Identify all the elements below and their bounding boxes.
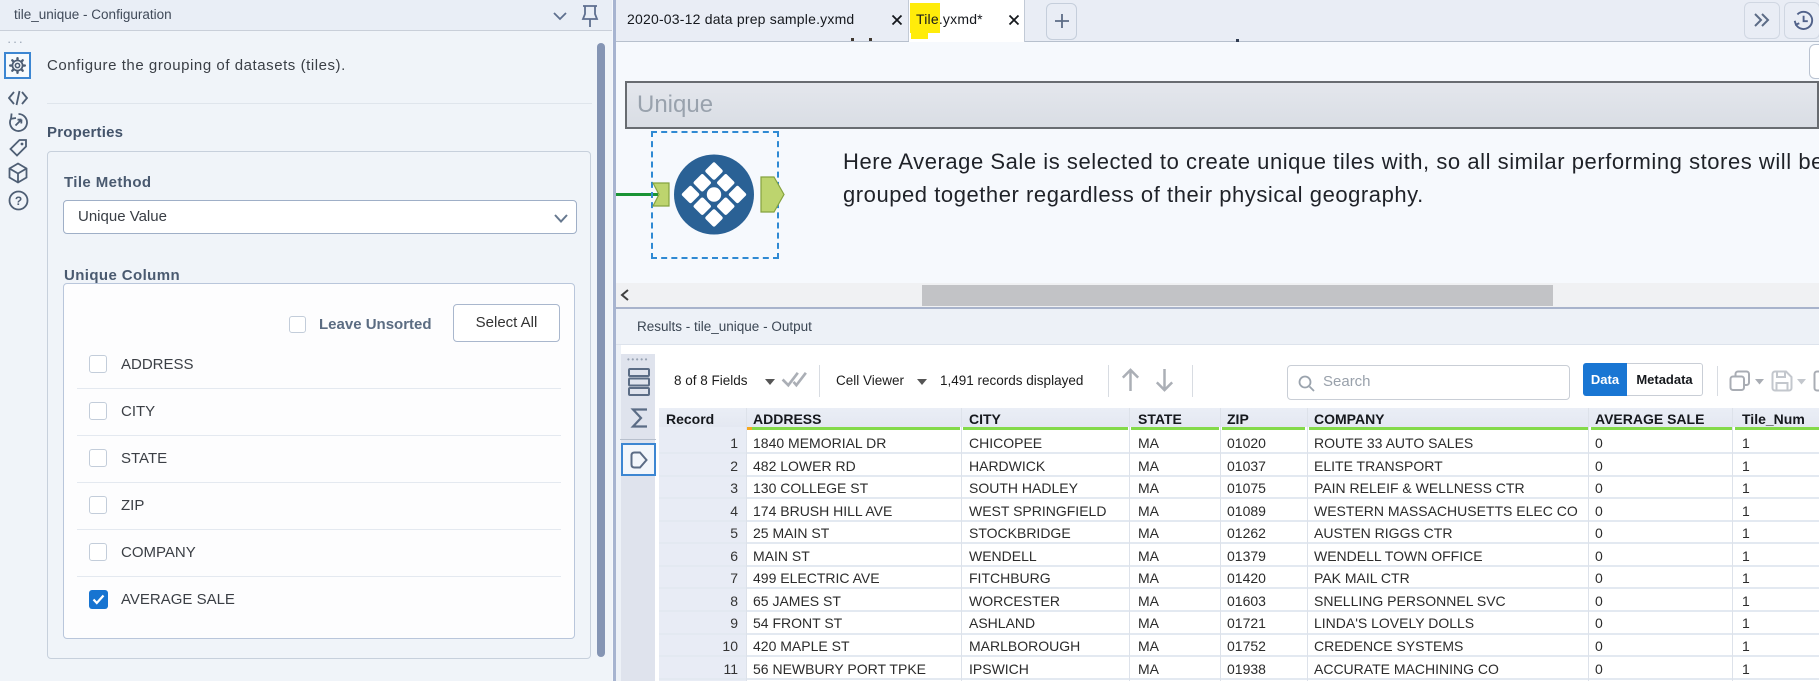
svg-text:?: ? — [15, 194, 22, 208]
